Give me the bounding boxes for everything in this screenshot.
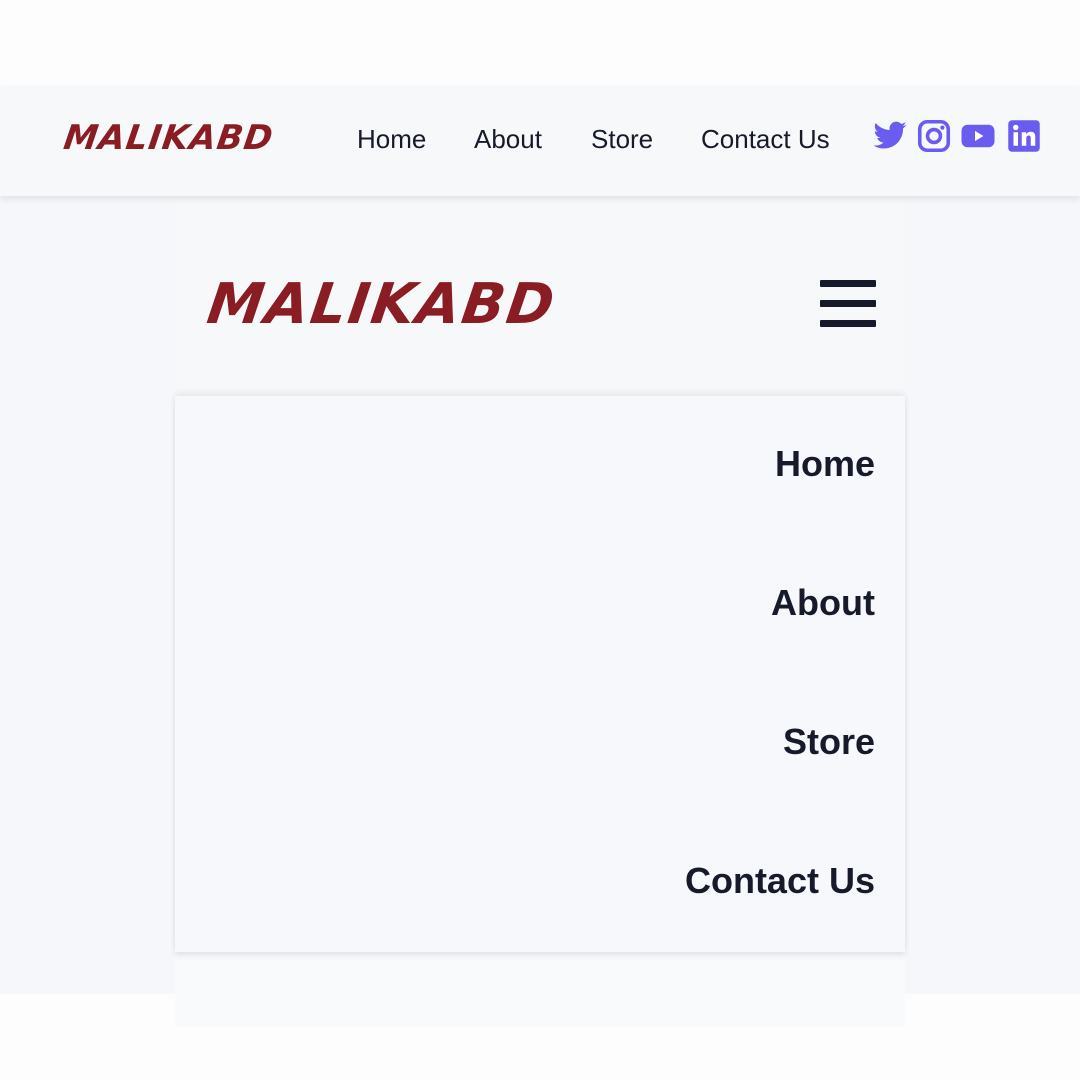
instagram-icon[interactable] (916, 118, 952, 154)
twitter-icon[interactable] (872, 118, 908, 154)
mobile-nav-contact[interactable]: Contact Us (685, 861, 875, 901)
desktop-nav-home[interactable]: Home (357, 124, 426, 154)
youtube-icon[interactable] (960, 118, 996, 154)
mobile-nav-store[interactable]: Store (783, 722, 875, 762)
mobile-menu: Home About Store Contact Us (175, 396, 905, 952)
hamburger-icon[interactable] (820, 280, 876, 328)
mobile-footer-area (175, 955, 905, 1027)
desktop-logo[interactable]: MALIKABD (61, 118, 276, 158)
mobile-nav-home[interactable]: Home (775, 444, 875, 484)
mobile-nav-about[interactable]: About (771, 583, 875, 623)
desktop-nav-store[interactable]: Store (591, 124, 653, 154)
desktop-nav-about[interactable]: About (474, 124, 542, 154)
desktop-nav-contact[interactable]: Contact Us (701, 124, 830, 154)
linkedin-icon[interactable] (1006, 118, 1042, 154)
mobile-logo[interactable]: MALIKABD (203, 272, 560, 337)
